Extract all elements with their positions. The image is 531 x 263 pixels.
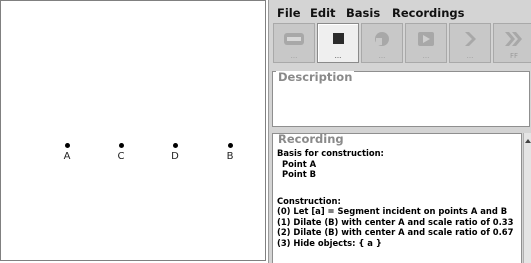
menu-edit[interactable]: Edit [310, 7, 336, 20]
playback-toolbar: ... ... ... ... ... FF [271, 23, 531, 65]
point-dot[interactable] [172, 143, 178, 148]
recorder-panel: File Edit Basis Recordings ... ... ... .… [268, 0, 531, 263]
fast-forward-icon [505, 32, 522, 46]
point-d[interactable]: D [155, 143, 195, 162]
button-caption: ... [378, 52, 386, 60]
menu-basis[interactable]: Basis [346, 7, 380, 20]
menu-file[interactable]: File [277, 7, 301, 20]
step-forward-icon [465, 32, 476, 46]
button-caption: FF [509, 52, 519, 60]
button-caption: ... [334, 52, 342, 60]
basis-item: Point A [282, 158, 317, 169]
construction-step: (2) Dilate (B) with center A and scale r… [277, 227, 514, 237]
construction-step: (3) Hide objects: { a } [277, 237, 382, 248]
drawing-canvas[interactable]: A C D B [0, 0, 266, 261]
point-c[interactable]: C [101, 143, 141, 162]
back-button[interactable]: ... [361, 23, 403, 63]
play-button[interactable]: ... [405, 23, 447, 63]
play-icon [418, 32, 434, 46]
menu-bar: File Edit Basis Recordings [269, 0, 531, 22]
button-caption: ... [290, 52, 298, 60]
button-caption: ... [466, 52, 474, 60]
basis-item: Point B [282, 169, 317, 179]
back-icon [375, 32, 389, 46]
recording-scrollbar[interactable] [523, 133, 531, 263]
button-caption: ... [422, 52, 430, 60]
recording-panel: Recording Basis for construction: Point … [272, 133, 522, 263]
rewind-button[interactable]: ... [273, 23, 315, 63]
point-label: C [117, 151, 125, 162]
stop-icon [333, 33, 344, 44]
scroll-up-icon[interactable] [524, 137, 531, 145]
stop-button[interactable]: ... [317, 23, 359, 63]
rewind-icon [284, 33, 304, 45]
construction-step: (1) Dilate (B) with center A and scale r… [277, 216, 514, 227]
description-text[interactable] [277, 88, 525, 122]
construction-step: (0) Let [a] = Segment incident on points… [277, 206, 508, 216]
point-dot[interactable] [64, 143, 70, 148]
point-dot[interactable] [227, 143, 233, 148]
point-label: D [171, 151, 179, 162]
construction-header: Construction: [277, 195, 341, 206]
point-a[interactable]: A [47, 143, 87, 162]
point-b[interactable]: B [210, 143, 250, 162]
menu-recordings[interactable]: Recordings [392, 7, 464, 20]
point-dot[interactable] [118, 143, 124, 148]
point-label: B [226, 151, 234, 162]
basis-header: Basis for construction: [277, 148, 384, 158]
point-label: A [63, 151, 71, 162]
description-panel: Description [272, 71, 530, 127]
recording-legend: Recording [276, 133, 346, 146]
step-forward-button[interactable]: ... [449, 23, 491, 63]
description-legend: Description [276, 70, 355, 84]
fast-forward-button[interactable]: FF [493, 23, 531, 63]
recording-text[interactable]: Basis for construction: Point A Point B … [277, 148, 519, 248]
